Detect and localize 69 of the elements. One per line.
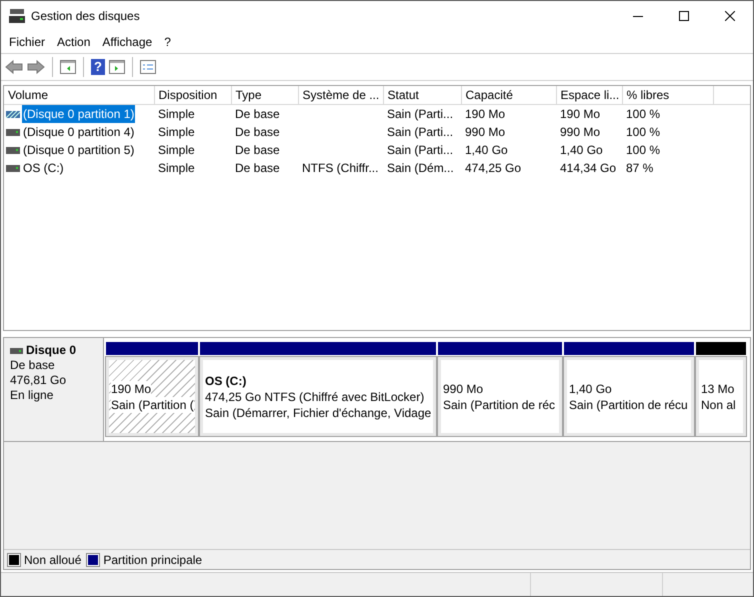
disk-status: En ligne: [10, 388, 54, 403]
table-cell: 990 Mo: [465, 125, 506, 139]
table-cell: 1,40 Go: [465, 143, 508, 157]
column-header[interactable]: Capacité: [461, 86, 556, 104]
partition-block[interactable]: 190 Mo Sain (Partition (: [106, 357, 198, 436]
drive-icon: [6, 128, 20, 136]
table-cell: Sain (Parti...: [387, 143, 454, 157]
partition-status: Sain (Partition (: [111, 396, 194, 412]
table-cell: 414,34 Go: [560, 161, 616, 175]
disk-type: De base: [10, 358, 56, 373]
hatched-drive-icon: [6, 110, 20, 118]
partition-name: OS (C:): [205, 372, 248, 388]
forward-arrow-icon[interactable]: [27, 60, 45, 74]
partition-size: 190 Mo: [111, 380, 152, 396]
volume-name[interactable]: (Disque 0 partition 1): [22, 105, 136, 123]
table-cell: 990 Mo: [560, 125, 600, 139]
checklist-icon[interactable]: [140, 60, 156, 74]
column-header[interactable]: Système de ...: [298, 86, 383, 104]
partition-block[interactable]: OS (C:) 474,25 Go NTFS (Chiffré avec BitLocker) Sain (Démarrer, Fichier d'échange, Vidage: [200, 357, 436, 436]
table-cell: De base: [235, 125, 280, 139]
maximize-icon: [679, 11, 689, 21]
table-cell: 87 %: [626, 161, 654, 175]
volume-name[interactable]: OS (C:): [22, 159, 65, 177]
disk-size: 476,81 Go: [10, 373, 68, 388]
partition-block[interactable]: 1,40 Go Sain (Partition de récu: [564, 357, 694, 436]
disk-name: Disque 0: [26, 343, 76, 358]
table-cell: 190 Mo: [560, 107, 600, 121]
back-arrow-icon[interactable]: [5, 60, 23, 74]
menu-item[interactable]: Fichier: [5, 33, 50, 51]
window-title: Gestion des disques: [31, 8, 140, 25]
table-cell: Sain (Dém...: [387, 161, 454, 175]
table-cell: 1,40 Go: [560, 143, 603, 157]
table-cell: 100 %: [626, 107, 660, 121]
table-cell: Sain (Parti...: [387, 125, 454, 139]
partition-block[interactable]: 13 Mo Non al: [696, 357, 746, 436]
table-cell: NTFS (Chiffr...: [302, 161, 378, 175]
volume-name[interactable]: (Disque 0 partition 5): [22, 141, 136, 159]
table-cell: De base: [235, 161, 280, 175]
menu-item[interactable]: ?: [160, 33, 175, 51]
drive-icon: [6, 146, 20, 154]
table-cell: Simple: [158, 143, 195, 157]
table-cell: 190 Mo: [465, 107, 506, 121]
table-cell: 474,25 Go: [465, 161, 522, 175]
legend-label: Partition principale: [103, 552, 202, 568]
table-cell: Simple: [158, 125, 195, 139]
column-header[interactable]: Type: [231, 86, 298, 104]
table-cell: De base: [235, 107, 280, 121]
panel-icon[interactable]: [109, 60, 125, 74]
table-cell: Simple: [158, 161, 195, 175]
legend-label: Non alloué: [24, 552, 82, 568]
drive-icon: [6, 164, 20, 172]
table-cell: De base: [235, 143, 280, 157]
close-icon: [725, 11, 735, 21]
table-cell: Simple: [158, 107, 195, 121]
drive-icon: [10, 348, 23, 354]
column-header[interactable]: Statut: [383, 86, 461, 104]
disk-management-icon: [9, 9, 25, 23]
column-header[interactable]: Espace li...: [556, 86, 622, 104]
table-cell: 100 %: [626, 143, 660, 157]
partition-block[interactable]: 990 Mo Sain (Partition de réc: [438, 357, 562, 436]
panel-icon[interactable]: [60, 60, 76, 74]
help-button[interactable]: ?: [91, 59, 105, 75]
menu-item[interactable]: Affichage: [98, 33, 156, 51]
volume-name[interactable]: (Disque 0 partition 4): [22, 123, 136, 141]
table-cell: 100 %: [626, 125, 660, 139]
column-header[interactable]: % libres: [622, 86, 713, 104]
column-header[interactable]: Disposition: [154, 86, 231, 104]
menu-item[interactable]: Action: [53, 33, 94, 51]
table-cell: Sain (Parti...: [387, 107, 454, 121]
